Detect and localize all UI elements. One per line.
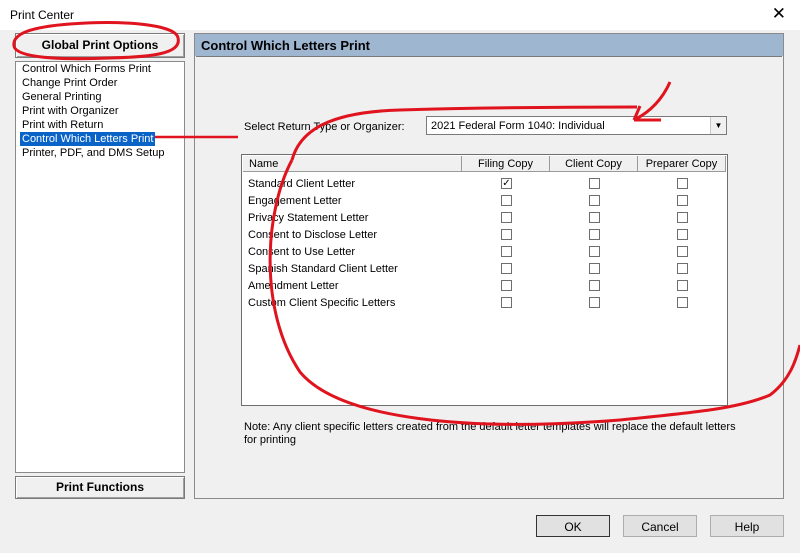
preparer-copy-checkbox[interactable] [677,280,688,291]
ok-button[interactable]: OK [536,515,610,537]
preparer-copy-checkbox[interactable] [677,263,688,274]
client-copy-checkbox[interactable] [589,178,600,189]
preparer-copy-checkbox[interactable] [677,178,688,189]
return-type-select[interactable]: 2021 Federal Form 1040: Individual ▼ [426,116,727,135]
window-title: Print Center [10,8,75,22]
letters-grid: Name Filing Copy Client Copy Preparer Co… [241,154,728,406]
print-options-list[interactable]: Control Which Forms Print Change Print O… [15,61,185,473]
client-copy-checkbox[interactable] [589,212,600,223]
filing-copy-checkbox[interactable] [501,212,512,223]
client-copy-checkbox[interactable] [589,263,600,274]
list-item-selected[interactable]: Control Which Letters Print [20,132,156,146]
table-row: Standard Client Letter ✓ [242,176,727,193]
list-item[interactable]: Print with Organizer [20,104,121,118]
preparer-copy-checkbox[interactable] [677,212,688,223]
table-row: Spanish Standard Client Letter [242,261,727,278]
filing-copy-checkbox[interactable]: ✓ [501,178,512,189]
list-item[interactable]: Change Print Order [20,76,119,90]
filing-copy-checkbox[interactable] [501,195,512,206]
filing-copy-checkbox[interactable] [501,263,512,274]
title-bar: Print Center ✕ [0,0,800,30]
note-text: Note: Any client specific letters create… [244,421,736,446]
client-copy-checkbox[interactable] [589,195,600,206]
table-row: Custom Client Specific Letters [242,295,727,312]
letter-name: Privacy Statement Letter [248,212,369,224]
list-item[interactable]: Print with Return [20,118,105,132]
letter-name: Engagement Letter [248,195,342,207]
table-row: Amendment Letter [242,278,727,295]
client-copy-checkbox[interactable] [589,229,600,240]
chevron-down-icon[interactable]: ▼ [710,117,726,134]
preparer-copy-checkbox[interactable] [677,229,688,240]
column-header-client[interactable]: Client Copy [550,156,638,172]
list-item[interactable]: General Printing [20,90,104,104]
column-header-filing[interactable]: Filing Copy [462,156,550,172]
column-header-preparer[interactable]: Preparer Copy [638,156,726,172]
client-copy-checkbox[interactable] [589,246,600,257]
filing-copy-checkbox[interactable] [501,280,512,291]
letter-name: Standard Client Letter [248,178,356,190]
table-row: Privacy Statement Letter [242,210,727,227]
return-type-label: Select Return Type or Organizer: [244,121,405,133]
client-copy-checkbox[interactable] [589,297,600,308]
cancel-button[interactable]: Cancel [623,515,697,537]
print-functions-button[interactable]: Print Functions [15,476,185,499]
list-item[interactable]: Control Which Forms Print [20,62,153,76]
table-row: Engagement Letter [242,193,727,210]
filing-copy-checkbox[interactable] [501,246,512,257]
filing-copy-checkbox[interactable] [501,229,512,240]
return-type-value: 2021 Federal Form 1040: Individual [431,120,605,132]
close-icon[interactable]: ✕ [772,4,786,24]
client-copy-checkbox[interactable] [589,280,600,291]
preparer-copy-checkbox[interactable] [677,297,688,308]
letter-name: Consent to Disclose Letter [248,229,378,241]
column-header-name[interactable]: Name [243,156,462,172]
list-item[interactable]: Printer, PDF, and DMS Setup [20,146,166,160]
preparer-copy-checkbox[interactable] [677,195,688,206]
filing-copy-checkbox[interactable] [501,297,512,308]
table-row: Consent to Disclose Letter [242,227,727,244]
letter-name: Amendment Letter [248,280,339,292]
letter-name: Custom Client Specific Letters [248,297,396,309]
letter-name: Spanish Standard Client Letter [248,263,398,275]
preparer-copy-checkbox[interactable] [677,246,688,257]
letter-name: Consent to Use Letter [248,246,356,258]
global-print-options-button[interactable]: Global Print Options [15,33,185,58]
help-button[interactable]: Help [710,515,784,537]
table-row: Consent to Use Letter [242,244,727,261]
panel-header: Control Which Letters Print [195,34,783,56]
